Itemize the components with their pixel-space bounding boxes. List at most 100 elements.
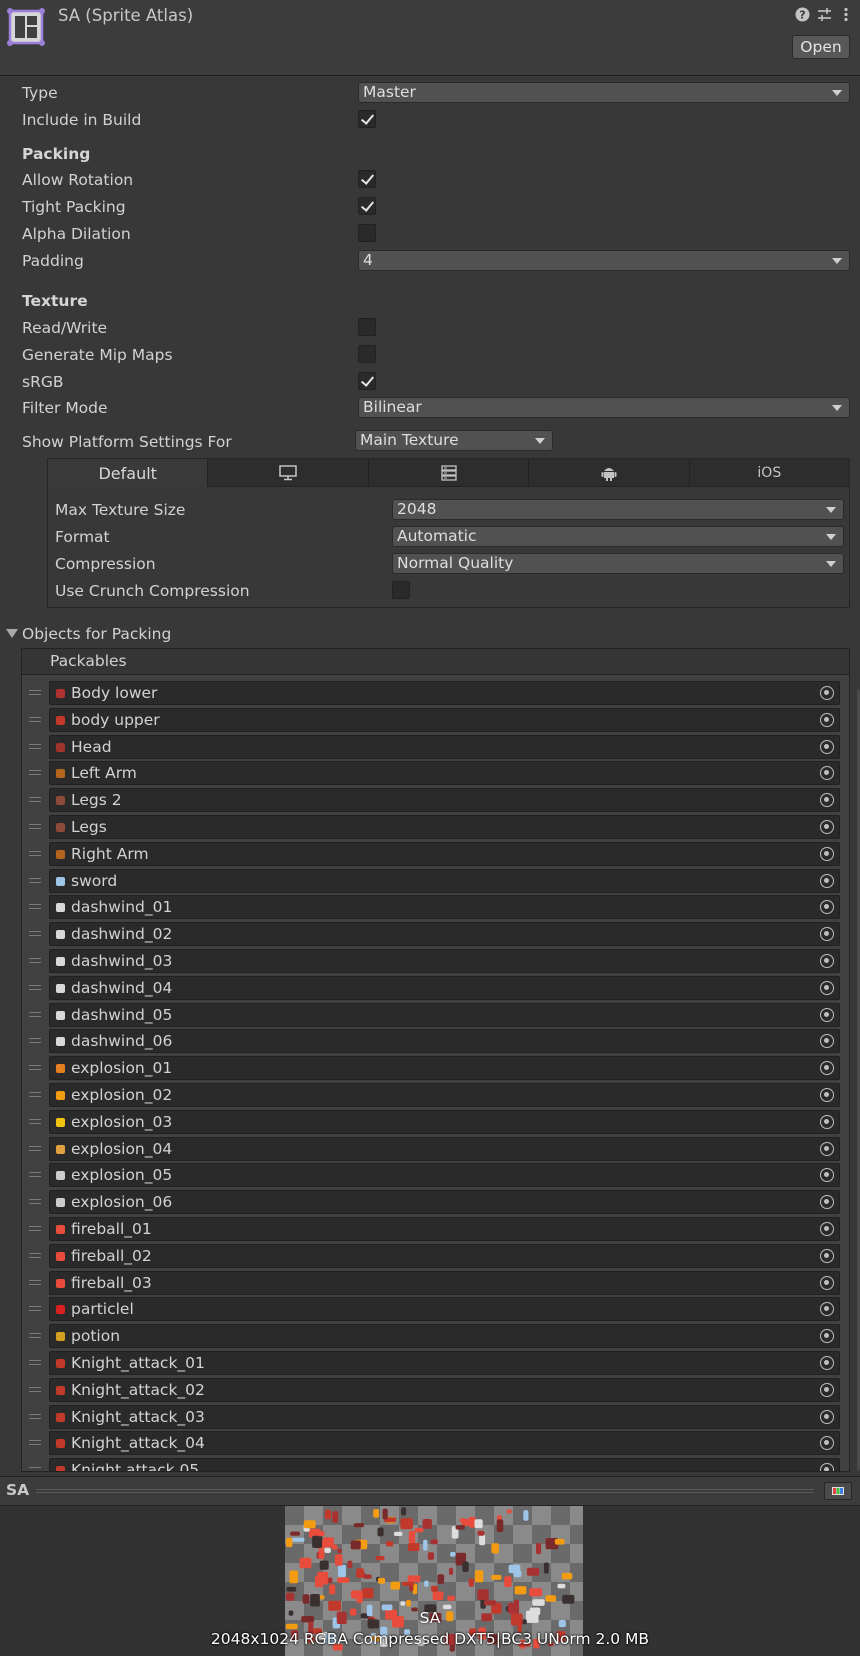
object-field[interactable]: Left Arm bbox=[49, 761, 840, 786]
object-picker-icon[interactable] bbox=[820, 873, 834, 888]
object-picker-icon[interactable] bbox=[820, 1061, 834, 1076]
drag-handle-icon[interactable] bbox=[29, 1279, 41, 1285]
object-field[interactable]: explosion_06 bbox=[49, 1190, 840, 1215]
drag-handle-icon[interactable] bbox=[29, 1413, 41, 1419]
srgb-checkbox[interactable] bbox=[358, 372, 376, 390]
drag-handle-icon[interactable] bbox=[29, 984, 41, 990]
object-picker-icon[interactable] bbox=[820, 1114, 834, 1129]
more-menu-icon[interactable] bbox=[838, 6, 854, 22]
object-picker-icon[interactable] bbox=[820, 1034, 834, 1049]
drag-handle-icon[interactable] bbox=[29, 797, 41, 803]
drag-handle-icon[interactable] bbox=[29, 1011, 41, 1017]
drag-handle-icon[interactable] bbox=[29, 1306, 41, 1312]
object-field[interactable]: Knight_attack_01 bbox=[49, 1351, 840, 1375]
object-field[interactable]: Legs bbox=[49, 815, 840, 839]
compression-dropdown[interactable]: Normal Quality bbox=[392, 553, 844, 574]
object-field[interactable]: dashwind_06 bbox=[49, 1029, 840, 1054]
object-field[interactable]: dashwind_05 bbox=[49, 1002, 840, 1027]
include-in-build-checkbox[interactable] bbox=[358, 110, 376, 128]
object-picker-icon[interactable] bbox=[820, 980, 834, 995]
object-picker-icon[interactable] bbox=[820, 739, 834, 754]
object-field[interactable]: explosion_03 bbox=[49, 1109, 840, 1134]
object-picker-icon[interactable] bbox=[820, 954, 834, 968]
object-picker-icon[interactable] bbox=[820, 712, 834, 727]
object-field[interactable]: Knight_attack_03 bbox=[49, 1404, 840, 1429]
object-field[interactable]: explosion_05 bbox=[49, 1163, 840, 1188]
object-field[interactable]: particlel bbox=[49, 1297, 840, 1322]
tab-ios[interactable]: iOS bbox=[689, 459, 850, 487]
object-field[interactable]: fireball_02 bbox=[49, 1243, 840, 1268]
object-picker-icon[interactable] bbox=[820, 900, 834, 915]
object-picker-icon[interactable] bbox=[820, 1088, 834, 1102]
object-field[interactable]: explosion_01 bbox=[49, 1056, 840, 1081]
drag-handle-icon[interactable] bbox=[29, 931, 41, 937]
drag-handle-icon[interactable] bbox=[29, 877, 41, 883]
object-field[interactable]: Knight_attack_02 bbox=[49, 1377, 840, 1402]
drag-handle-icon[interactable] bbox=[29, 1467, 41, 1471]
objects-for-packing-title[interactable]: Objects for Packing bbox=[22, 623, 171, 645]
object-picker-icon[interactable] bbox=[820, 686, 834, 700]
drag-handle-icon[interactable] bbox=[29, 850, 41, 856]
drag-handle-icon[interactable] bbox=[29, 1199, 41, 1205]
object-picker-icon[interactable] bbox=[820, 927, 834, 942]
object-field[interactable]: fireball_03 bbox=[49, 1270, 840, 1295]
type-dropdown[interactable]: Master bbox=[358, 82, 850, 103]
drag-handle-icon[interactable] bbox=[29, 1145, 41, 1151]
object-field[interactable]: Right Arm bbox=[49, 841, 840, 866]
tab-default[interactable]: Default bbox=[48, 459, 209, 487]
object-field[interactable]: Knight attack 05 bbox=[49, 1458, 840, 1471]
object-field[interactable]: explosion_04 bbox=[49, 1136, 840, 1161]
drag-handle-icon[interactable] bbox=[29, 958, 41, 963]
drag-handle-icon[interactable] bbox=[29, 743, 41, 749]
object-picker-icon[interactable] bbox=[820, 1222, 834, 1236]
format-dropdown[interactable]: Automatic bbox=[392, 526, 844, 547]
object-picker-icon[interactable] bbox=[820, 1409, 834, 1424]
padding-dropdown[interactable]: 4 bbox=[358, 250, 850, 271]
presets-icon[interactable] bbox=[816, 6, 832, 22]
platform-settings-for-dropdown[interactable]: Main Texture bbox=[355, 430, 553, 451]
object-picker-icon[interactable] bbox=[820, 793, 834, 808]
drag-handle-icon[interactable] bbox=[29, 1440, 41, 1446]
object-picker-icon[interactable] bbox=[820, 1275, 834, 1290]
preview-channel-toggle[interactable] bbox=[824, 1482, 852, 1500]
help-icon[interactable]: ? bbox=[794, 6, 810, 22]
object-picker-icon[interactable] bbox=[820, 1382, 834, 1397]
object-field[interactable]: explosion_02 bbox=[49, 1083, 840, 1107]
drag-handle-icon[interactable] bbox=[29, 1333, 41, 1339]
tab-server[interactable] bbox=[368, 459, 530, 487]
object-picker-icon[interactable] bbox=[820, 1168, 834, 1183]
use-crunch-checkbox[interactable] bbox=[392, 581, 410, 599]
object-field[interactable]: sword bbox=[49, 868, 840, 893]
max-texture-size-dropdown[interactable]: 2048 bbox=[392, 499, 844, 520]
object-field[interactable]: dashwind_01 bbox=[49, 895, 840, 920]
object-picker-icon[interactable] bbox=[820, 1302, 834, 1317]
drag-handle-icon[interactable] bbox=[29, 716, 41, 722]
object-picker-icon[interactable] bbox=[820, 766, 834, 781]
filter-mode-dropdown[interactable]: Bilinear bbox=[358, 397, 850, 418]
object-field[interactable]: dashwind_02 bbox=[49, 922, 840, 947]
object-picker-icon[interactable] bbox=[820, 820, 834, 834]
generate-mipmaps-checkbox[interactable] bbox=[358, 345, 376, 363]
foldout-arrow-icon[interactable] bbox=[6, 629, 18, 638]
object-picker-icon[interactable] bbox=[820, 1248, 834, 1263]
object-picker-icon[interactable] bbox=[820, 846, 834, 861]
preview-resize-handle[interactable] bbox=[36, 1489, 814, 1493]
drag-handle-icon[interactable] bbox=[29, 1092, 41, 1097]
object-field[interactable]: dashwind_03 bbox=[49, 949, 840, 973]
object-field[interactable]: Legs 2 bbox=[49, 788, 840, 813]
object-picker-icon[interactable] bbox=[820, 1436, 834, 1451]
drag-handle-icon[interactable] bbox=[29, 1065, 41, 1071]
object-field[interactable]: Knight_attack_04 bbox=[49, 1431, 840, 1456]
object-picker-icon[interactable] bbox=[820, 1007, 834, 1022]
open-button[interactable]: Open bbox=[792, 35, 850, 59]
object-field[interactable]: body upper bbox=[49, 707, 840, 732]
tab-android[interactable] bbox=[529, 459, 690, 487]
tab-standalone[interactable] bbox=[208, 459, 369, 487]
drag-handle-icon[interactable] bbox=[29, 1252, 41, 1258]
object-field[interactable]: fireball_01 bbox=[49, 1217, 840, 1241]
drag-handle-icon[interactable] bbox=[29, 1360, 41, 1365]
object-field[interactable]: dashwind_04 bbox=[49, 975, 840, 1000]
object-picker-icon[interactable] bbox=[820, 1329, 834, 1344]
allow-rotation-checkbox[interactable] bbox=[358, 170, 376, 188]
object-field[interactable]: Head bbox=[49, 734, 840, 759]
